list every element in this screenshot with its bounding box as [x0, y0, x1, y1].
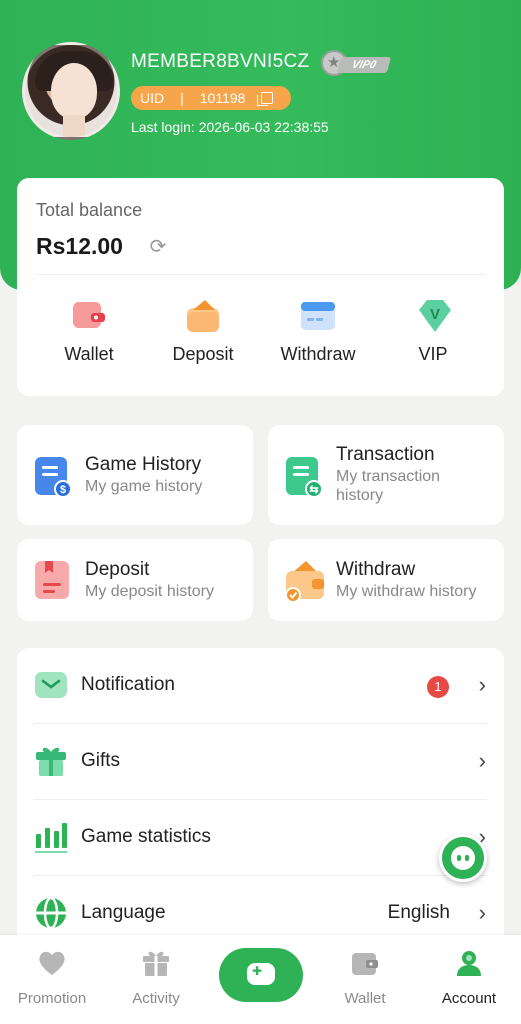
game-history-icon: $ — [33, 455, 73, 498]
bottom-tab-bar: Promotion Activity Wallet Account — [0, 935, 521, 1024]
chat-support-button[interactable] — [439, 834, 487, 882]
settings-menu: Notification 1 › Gifts › Game statistics… — [17, 648, 504, 948]
gifts-label: Gifts — [81, 750, 121, 771]
chat-face-icon — [451, 846, 475, 870]
deposit-history-subtitle: My deposit history — [85, 583, 214, 600]
uid-pill: UID | 101198 — [131, 86, 291, 110]
language-label: Language — [81, 902, 166, 923]
uid-label: UID — [140, 90, 165, 106]
game-history-title: Game History — [85, 454, 202, 475]
game-history-subtitle: My game history — [85, 478, 203, 495]
transaction-card[interactable]: ⇆ Transaction My transaction history — [268, 425, 504, 525]
tab-wallet-label: Wallet — [344, 990, 386, 1007]
gift-box-icon — [141, 949, 171, 977]
bar-chart-icon — [34, 820, 68, 854]
game-history-card[interactable]: $ Game History My game history — [17, 425, 253, 525]
balance-card: Total balance Rs12.00 ⟳ Wallet Deposit W… — [17, 178, 504, 396]
notification-badge: 1 — [427, 676, 449, 698]
copy-icon[interactable] — [257, 92, 274, 106]
mail-icon — [34, 668, 68, 702]
menu-item-notification[interactable]: Notification 1 › — [17, 648, 504, 724]
tab-account-label: Account — [441, 990, 497, 1007]
gamepad-icon — [247, 963, 275, 985]
wallet-icon — [350, 949, 380, 977]
vip-icon: V — [415, 298, 451, 334]
account-icon — [454, 949, 484, 977]
balance-label: Total balance — [36, 200, 143, 220]
tab-activity-label: Activity — [132, 990, 180, 1007]
chevron-right-icon: › — [478, 900, 486, 925]
divider — [35, 274, 486, 275]
withdraw-history-title: Withdraw — [336, 559, 416, 580]
menu-item-game-statistics[interactable]: Game statistics › — [17, 800, 504, 876]
language-value: English — [387, 902, 450, 923]
refresh-icon[interactable]: ⟳ — [147, 236, 169, 258]
withdraw-history-card[interactable]: Withdraw My withdraw history — [268, 539, 504, 621]
transaction-subtitle: My transaction history — [336, 468, 441, 504]
withdraw-icon — [300, 298, 336, 334]
withdraw-label: Withdraw — [280, 344, 356, 364]
svg-text:⇆: ⇆ — [309, 484, 318, 496]
tab-promotion-label: Promotion — [17, 990, 87, 1007]
svg-text:V: V — [430, 306, 440, 323]
vip-badge: VIP0 — [321, 50, 392, 76]
username: MEMBER8BVNI5CZ — [131, 51, 310, 72]
withdraw-history-icon — [284, 559, 324, 603]
withdraw-history-subtitle: My withdraw history — [336, 583, 477, 600]
chevron-right-icon: › — [478, 748, 486, 773]
withdraw-button[interactable]: Withdraw — [263, 298, 373, 378]
deposit-history-card[interactable]: Deposit My deposit history — [17, 539, 253, 621]
globe-icon — [34, 896, 68, 930]
uid-value: 101198 — [199, 90, 246, 106]
deposit-history-icon — [33, 559, 73, 601]
uid-separator: | — [180, 90, 184, 106]
tab-account[interactable]: Account — [419, 949, 519, 1007]
wallet-button[interactable]: Wallet — [34, 298, 144, 378]
last-login: Last login: 2026-06-03 22:38:55 — [131, 119, 329, 135]
tab-wallet[interactable]: Wallet — [315, 949, 415, 1007]
menu-item-gifts[interactable]: Gifts › — [17, 724, 504, 800]
transaction-title: Transaction — [336, 444, 435, 465]
deposit-history-title: Deposit — [85, 559, 150, 580]
transaction-icon: ⇆ — [284, 455, 324, 498]
vip-level: VIP0 — [336, 57, 392, 73]
wallet-icon — [71, 298, 107, 334]
deposit-icon — [185, 298, 221, 334]
heart-icon — [37, 949, 67, 977]
gift-icon — [34, 744, 68, 778]
deposit-label: Deposit — [172, 344, 234, 364]
svg-text:$: $ — [60, 484, 66, 496]
vip-label: VIP — [418, 344, 448, 364]
deposit-button[interactable]: Deposit — [148, 298, 258, 378]
tab-promotion[interactable]: Promotion — [2, 949, 102, 1007]
avatar[interactable] — [22, 42, 120, 140]
notification-label: Notification — [81, 674, 175, 695]
wallet-label: Wallet — [64, 344, 114, 364]
vip-button[interactable]: V VIP — [378, 298, 488, 378]
chevron-right-icon: › — [478, 672, 486, 697]
game-statistics-label: Game statistics — [81, 826, 211, 847]
balance-value: Rs12.00 — [36, 233, 123, 259]
games-button[interactable] — [219, 948, 303, 1002]
tab-activity[interactable]: Activity — [106, 949, 206, 1007]
